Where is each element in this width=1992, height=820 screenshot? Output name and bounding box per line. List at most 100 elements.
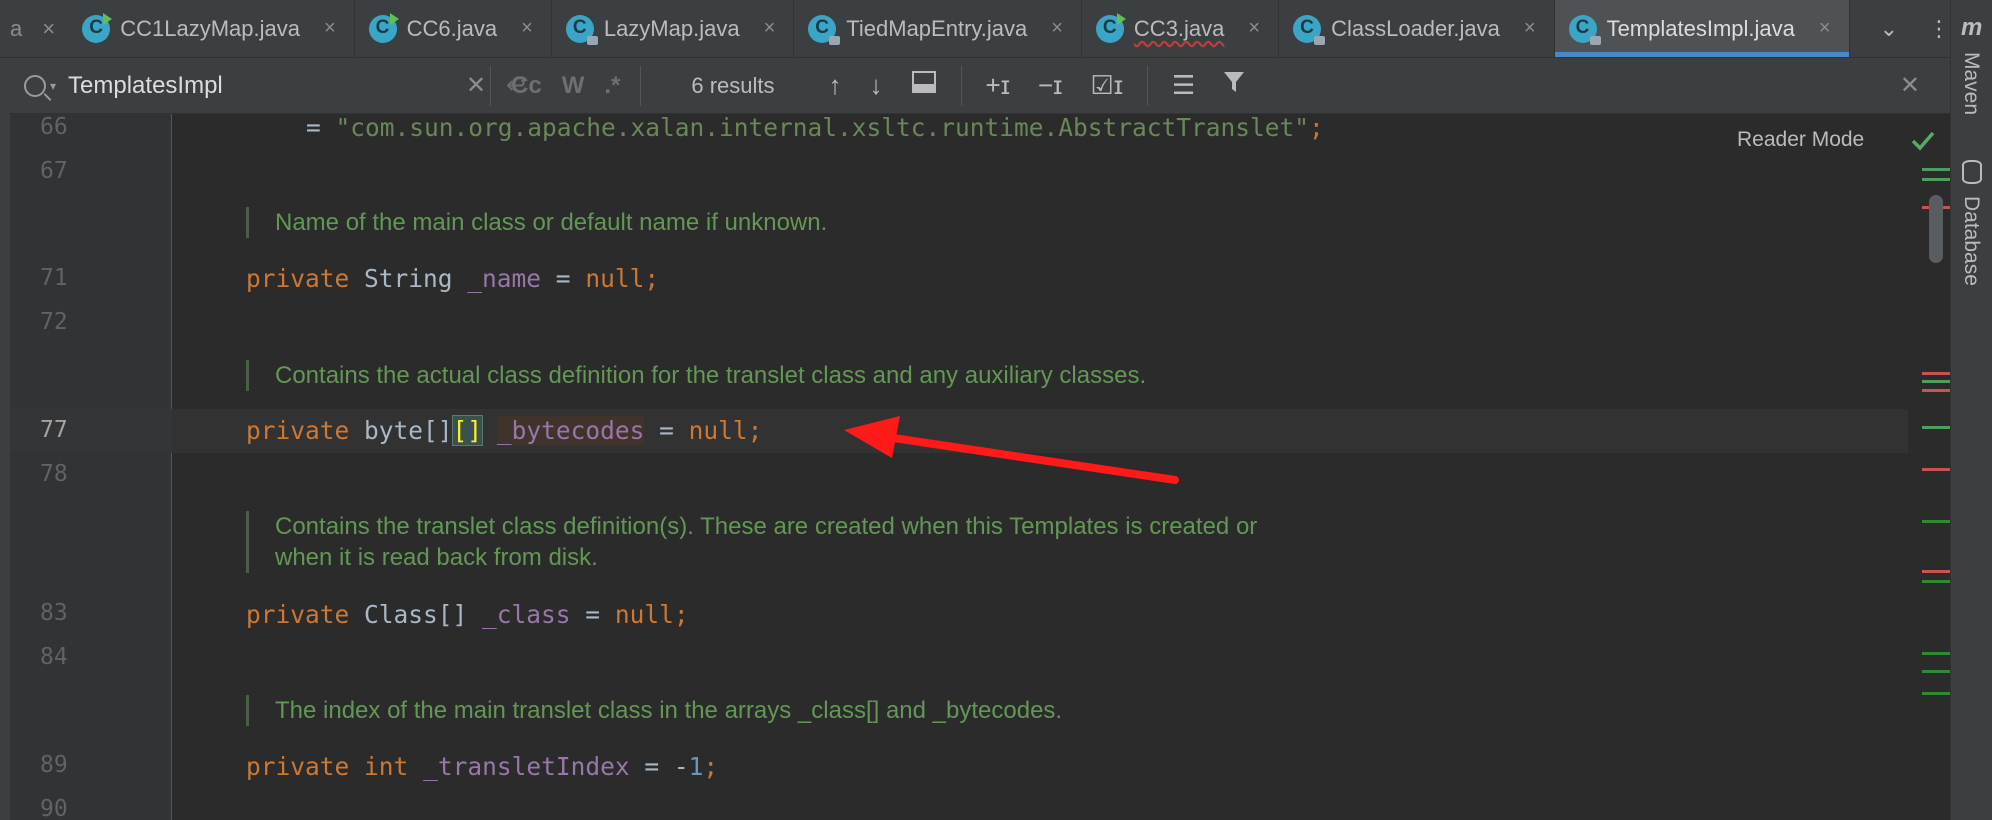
stripe-mark[interactable] (1922, 468, 1950, 471)
tab-label: ClassLoader.java (1331, 15, 1500, 41)
tab-tools: ⌄ ⋮ (1850, 0, 1950, 57)
tab-label: TemplatesImpl.java (1606, 15, 1795, 41)
java-class-run-icon (82, 12, 113, 43)
tab-tiedmapentry[interactable]: TiedMapEntry.java × (794, 0, 1082, 57)
line-number: 83 (40, 600, 68, 626)
line-number: 90 (40, 796, 68, 820)
divider (1147, 65, 1148, 106)
more-vertical-icon[interactable]: ⋮ (1928, 16, 1950, 42)
java-class-locked-icon (1293, 14, 1326, 45)
tab-cc6[interactable]: CC6.java × (355, 0, 552, 57)
right-tool-strip: m Maven Database (1950, 0, 1992, 820)
search-query[interactable]: TemplatesImpl (68, 72, 223, 100)
open-in-window-icon[interactable] (911, 70, 937, 101)
line-number: 66 (40, 114, 68, 140)
java-class-run-icon (368, 12, 399, 43)
database-tool-button[interactable]: Database (1959, 196, 1983, 286)
stripe-mark[interactable] (1922, 652, 1950, 655)
stripe-mark[interactable] (1922, 570, 1950, 573)
close-icon[interactable]: × (1819, 17, 1831, 40)
javadoc-block: The index of the main translet class in … (246, 695, 1062, 726)
bracket-match-highlight: [] (451, 415, 484, 446)
current-line-gutter (10, 409, 172, 453)
code-line-77[interactable]: private byte[][] _bytecodes = null; (246, 415, 762, 446)
javadoc-block: Name of the main class or default name i… (246, 207, 827, 238)
close-icon[interactable]: × (1051, 17, 1063, 40)
tab-label: LazyMap.java (603, 15, 740, 41)
regex-toggle[interactable]: .* (604, 72, 620, 100)
filter-icon[interactable] (1223, 70, 1245, 101)
stripe-mark[interactable] (1922, 692, 1950, 695)
database-icon[interactable] (1962, 160, 1982, 184)
field-usage-highlight: _bytecodes (496, 416, 645, 445)
close-icon[interactable]: × (521, 17, 533, 40)
results-count: 6 results (691, 72, 775, 98)
stripe-mark[interactable] (1922, 380, 1950, 383)
next-occurrence-icon[interactable]: ↓ (870, 70, 883, 101)
tab-templatesimpl[interactable]: TemplatesImpl.java × (1554, 0, 1850, 57)
tab-label: TiedMapEntry.java (846, 15, 1028, 41)
chevron-down-icon[interactable]: ▾ (50, 79, 56, 93)
stripe-mark[interactable] (1922, 670, 1950, 673)
scrollbar-thumb[interactable] (1929, 195, 1943, 263)
tab-partial-left[interactable]: a × (0, 0, 68, 57)
whole-words-toggle[interactable]: W (562, 72, 585, 100)
editor-tab-bar: a × CC1LazyMap.java × CC6.java × LazyMap… (0, 0, 1950, 58)
divider (640, 65, 642, 106)
close-icon[interactable]: × (324, 17, 336, 40)
divider (490, 65, 491, 106)
stripe-mark[interactable] (1922, 178, 1950, 181)
chevron-down-icon[interactable]: ⌄ (1880, 16, 1898, 42)
java-class-locked-icon (808, 14, 841, 45)
left-panel-edge (0, 58, 10, 820)
javadoc-block: Contains the translet class definition(s… (246, 511, 1257, 573)
stripe-mark[interactable] (1922, 426, 1950, 429)
close-icon[interactable]: ✕ (1900, 71, 1920, 100)
search-icon[interactable] (24, 74, 46, 97)
javadoc-block: Contains the actual class definition for… (246, 360, 1146, 391)
close-icon[interactable]: × (764, 17, 776, 40)
line-number: 77 (40, 417, 68, 443)
search-input[interactable]: ▾ TemplatesImpl ✕ ↩ (10, 58, 526, 113)
tab-lazymap[interactable]: LazyMap.java × (552, 0, 795, 57)
code-line-71[interactable]: private String _name = null; (246, 264, 659, 293)
new-line-icon[interactable]: ↩ (506, 71, 526, 100)
code-line-83[interactable]: private Class[] _class = null; (246, 600, 689, 629)
close-icon[interactable]: × (1248, 17, 1260, 40)
line-number: 78 (40, 461, 68, 487)
line-number: 89 (40, 752, 68, 778)
tab-label: CC6.java (406, 15, 498, 41)
close-icon[interactable]: × (1524, 17, 1536, 40)
close-icon[interactable]: × (42, 16, 55, 42)
line-number-gutter (10, 114, 172, 820)
maven-tool-button[interactable]: Maven (1959, 52, 1983, 115)
line-number: 71 (40, 265, 68, 291)
code-line-66[interactable]: = "com.sun.org.apache.xalan.internal.xsl… (306, 113, 1324, 142)
java-class-locked-icon (1568, 14, 1601, 45)
line-number: 72 (40, 309, 68, 335)
java-class-locked-icon (565, 14, 598, 45)
divider (960, 65, 962, 106)
tab-partial-label: a (10, 15, 23, 41)
stripe-mark[interactable] (1922, 372, 1950, 375)
java-class-run-icon (1095, 12, 1126, 43)
tab-cc1lazymap[interactable]: CC1LazyMap.java × (68, 0, 355, 57)
code-line-89[interactable]: private int _transletIndex = -1; (246, 752, 718, 781)
tab-classloader[interactable]: ClassLoader.java × (1279, 0, 1555, 57)
stripe-mark[interactable] (1922, 389, 1950, 392)
reader-mode-button[interactable]: Reader Mode (1737, 128, 1864, 152)
select-all-occurrences-icon[interactable]: ☑ɪ (1090, 70, 1123, 101)
tab-cc3[interactable]: CC3.java × (1082, 0, 1280, 57)
stripe-mark[interactable] (1922, 168, 1950, 171)
line-number: 67 (40, 158, 68, 184)
previous-occurrence-icon[interactable]: ↑ (829, 70, 842, 101)
maven-icon[interactable]: m (1961, 14, 1982, 42)
add-occurrence-icon[interactable]: +ɪ (986, 70, 1010, 101)
filter-options-icon[interactable]: ☰ (1172, 70, 1195, 101)
stripe-mark[interactable] (1922, 520, 1950, 523)
find-bar: ▾ TemplatesImpl ✕ ↩ Cc W .* 6 results ↑ … (10, 58, 1950, 114)
clear-icon[interactable]: ✕ (466, 71, 486, 100)
line-number: 84 (40, 644, 68, 670)
remove-occurrence-icon[interactable]: −ɪ (1038, 70, 1062, 101)
stripe-mark[interactable] (1922, 580, 1950, 583)
